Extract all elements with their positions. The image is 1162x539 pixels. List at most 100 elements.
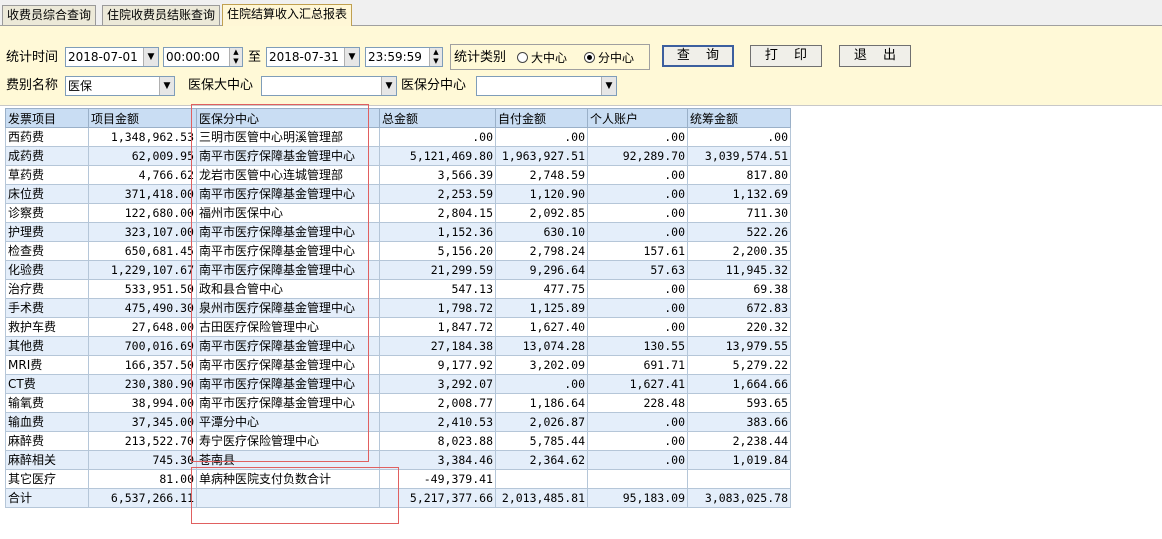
column-header[interactable]: 项目金额 <box>88 108 197 128</box>
table-row[interactable]: 麻醉相关 745.30 苍南县 3,384.46 2,364.62.00 1,019.84 <box>5 450 791 470</box>
tab-inpatient-income-report[interactable]: 住院结算收入汇总报表 <box>222 4 353 26</box>
table-cell: 323,107.00 <box>88 222 197 242</box>
table-cell: 平潭分中心 <box>196 412 380 432</box>
table-cell: 治疗费 <box>5 279 89 299</box>
chevron-down-icon[interactable]: ▼ <box>344 48 359 66</box>
table-cell: 383.66 <box>687 412 791 432</box>
chevron-down-icon[interactable]: ▼ <box>159 77 174 95</box>
table-row[interactable]: 合计 6,537,266.11 5,217,377.66 2,013,485.81 95… <box>5 488 791 508</box>
fee-type-select[interactable]: 医保 ▼ <box>65 76 175 96</box>
report-table: 发票项目 项目金额 医保分中心 总金额 自付金额 个人账户 统筹金额 西药费 1,348,96… <box>5 108 791 508</box>
table-row[interactable]: 输血费 37,345.00 平潭分中心 2,410.53 2,026.87.00 383.… <box>5 412 791 432</box>
chevron-down-icon[interactable]: ▼ <box>381 77 396 95</box>
table-cell: 5,279.22 <box>687 355 791 375</box>
print-button[interactable]: 打 印 <box>750 45 822 67</box>
column-header[interactable]: 统筹金额 <box>687 108 791 128</box>
table-row[interactable]: 治疗费 533,951.50 政和县合管中心 547.13 477.75.00 69.38 <box>5 279 791 299</box>
table-cell: 92,289.70 <box>587 146 688 166</box>
table-cell: 2,253.59 <box>379 184 496 204</box>
center-select[interactable]: ▼ <box>261 76 397 96</box>
tab-cashier-query[interactable]: 收费员综合查询 <box>2 5 97 25</box>
table-cell: 69.38 <box>687 279 791 299</box>
table-cell: .00 <box>587 412 688 432</box>
table-cell: 4,766.62 <box>88 165 197 185</box>
table-cell: 南平市医疗保障基金管理中心 <box>196 260 380 280</box>
table-cell: 西药费 <box>5 127 89 147</box>
chevron-down-icon[interactable]: ▼ <box>601 77 616 95</box>
radio-big-center[interactable]: 大中心 <box>517 49 567 67</box>
table-cell: 122,680.00 <box>88 203 197 223</box>
table-cell: 化验费 <box>5 260 89 280</box>
table-cell: 成药费 <box>5 146 89 166</box>
column-header[interactable]: 发票项目 <box>5 108 89 128</box>
table-cell: 2,092.85 <box>495 203 588 223</box>
table-cell: 477.75 <box>495 279 588 299</box>
radio-big-label: 大中心 <box>531 51 568 65</box>
start-time-field[interactable]: 00:00:00 ▲ ▼ <box>163 47 243 67</box>
end-time-field[interactable]: 23:59:59 ▲ ▼ <box>365 47 443 67</box>
table-cell: 苍南县 <box>196 450 380 470</box>
filter-panel: 统计时间 2018-07-01 ▼ 00:00:00 ▲ ▼ 至 2018-07-… <box>0 26 1162 106</box>
radio-branch-center[interactable]: 分中心 <box>584 49 634 67</box>
table-cell: 1,664.66 <box>687 374 791 394</box>
table-cell: 政和县合管中心 <box>196 279 380 299</box>
column-header[interactable]: 医保分中心 <box>196 108 380 128</box>
table-row[interactable]: 其他费 700,016.69 南平市医疗保障基金管理中心 27,184.38 13,07… <box>5 336 791 356</box>
table-row[interactable]: 床位费 371,418.00 南平市医疗保障基金管理中心 2,253.59 1,120.… <box>5 184 791 204</box>
table-row[interactable]: 诊察费 122,680.00 福州市医保中心 2,804.15 2,092.85.00 7… <box>5 203 791 223</box>
table-cell: CT费 <box>5 374 89 394</box>
table-row[interactable]: 手术费 475,490.30 泉州市医疗保障基金管理中心 1,798.72 1,125.… <box>5 298 791 318</box>
tab-bar: 收费员综合查询 住院收费员结账查询 住院结算收入汇总报表 <box>0 0 1162 26</box>
table-cell: 2,008.77 <box>379 393 496 413</box>
end-date-value: 2018-07-31 <box>269 50 339 64</box>
table-cell: 166,357.50 <box>88 355 197 375</box>
table-cell: .00 <box>587 203 688 223</box>
table-row[interactable]: 草药费 4,766.62 龙岩市医管中心连城管理部 3,566.39 2,748.59.… <box>5 165 791 185</box>
category-label: 统计类别 <box>454 50 507 65</box>
end-date-picker[interactable]: 2018-07-31 ▼ <box>266 47 360 67</box>
radio-selected-icon <box>584 52 595 63</box>
table-cell: 1,019.84 <box>687 450 791 470</box>
table-row[interactable]: 救护车费 27,648.00 古田医疗保险管理中心 1,847.72 1,627.40.… <box>5 317 791 337</box>
table-cell <box>687 469 791 489</box>
table-cell: 8,023.88 <box>379 431 496 451</box>
table-cell: 5,156.20 <box>379 241 496 261</box>
query-button[interactable]: 查 询 <box>662 45 734 67</box>
table-cell: 救护车费 <box>5 317 89 337</box>
table-cell: 床位费 <box>5 184 89 204</box>
table-row[interactable]: 西药费 1,348,962.53 三明市医管中心明溪管理部 .00.00.00.00 <box>5 127 791 147</box>
table-row[interactable]: MRI费 166,357.50 南平市医疗保障基金管理中心 9,177.92 3,202… <box>5 355 791 375</box>
table-cell: 2,364.62 <box>495 450 588 470</box>
table-cell: 南平市医疗保障基金管理中心 <box>196 355 380 375</box>
table-row[interactable]: 输氧费 38,994.00 南平市医疗保障基金管理中心 2,008.77 1,186.6… <box>5 393 791 413</box>
table-row[interactable]: 成药费 62,009.95 南平市医疗保障基金管理中心 5,121,469.80 1,9… <box>5 146 791 166</box>
table-cell: 泉州市医疗保障基金管理中心 <box>196 298 380 318</box>
table-cell: 745.30 <box>88 450 197 470</box>
branch-select[interactable]: ▼ <box>476 76 617 96</box>
table-row[interactable]: 其它医疗 81.00 单病种医院支付负数合计 -49,379.41 <box>5 469 791 489</box>
start-date-picker[interactable]: 2018-07-01 ▼ <box>65 47 159 67</box>
column-header[interactable]: 个人账户 <box>587 108 688 128</box>
table-cell: 3,384.46 <box>379 450 496 470</box>
tab-inpatient-settlement-query[interactable]: 住院收费员结账查询 <box>102 5 221 25</box>
table-row[interactable]: CT费 230,380.90 南平市医疗保障基金管理中心 3,292.07.00 1,6… <box>5 374 791 394</box>
table-row[interactable]: 化验费 1,229,107.67 南平市医疗保障基金管理中心 21,299.59 9,2… <box>5 260 791 280</box>
spin-buttons[interactable]: ▲ ▼ <box>429 48 442 66</box>
table-cell: 371,418.00 <box>88 184 197 204</box>
chevron-down-icon[interactable]: ▼ <box>143 48 158 66</box>
table-cell: 228.48 <box>587 393 688 413</box>
column-header[interactable]: 总金额 <box>379 108 496 128</box>
table-cell: .00 <box>587 222 688 242</box>
table-cell: .00 <box>587 431 688 451</box>
table-row[interactable]: 检查费 650,681.45 南平市医疗保障基金管理中心 5,156.20 2,798.… <box>5 241 791 261</box>
table-cell: 57.63 <box>587 260 688 280</box>
table-cell: 草药费 <box>5 165 89 185</box>
spin-buttons[interactable]: ▲ ▼ <box>229 48 242 66</box>
exit-button[interactable]: 退 出 <box>839 45 911 67</box>
table-cell: .00 <box>587 317 688 337</box>
table-cell: 700,016.69 <box>88 336 197 356</box>
column-header[interactable]: 自付金额 <box>495 108 588 128</box>
table-row[interactable]: 护理费 323,107.00 南平市医疗保障基金管理中心 1,152.36 630.10… <box>5 222 791 242</box>
table-row[interactable]: 麻醉费 213,522.70 寿宁医疗保险管理中心 8,023.88 5,785.44.… <box>5 431 791 451</box>
table-cell: 南平市医疗保障基金管理中心 <box>196 146 380 166</box>
